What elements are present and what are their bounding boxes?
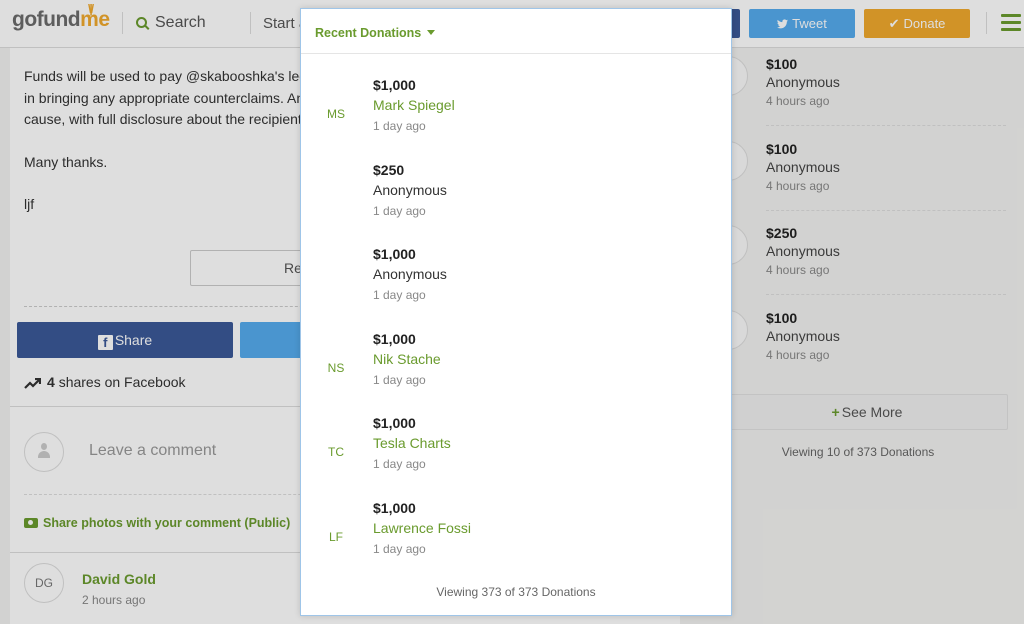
donation-amount: $250 — [373, 162, 405, 178]
donation-row: LF $1,000 Lawrence Fossi 1 day ago — [301, 500, 731, 580]
donation-time: 1 day ago — [373, 542, 426, 556]
donor-initials: TC — [328, 445, 344, 459]
recent-donations-dropdown[interactable]: Recent Donations — [315, 26, 436, 40]
donation-amount: $1,000 — [373, 246, 416, 262]
donation-time: 1 day ago — [373, 373, 426, 387]
modal-donations-count: Viewing 373 of 373 Donations — [436, 585, 596, 599]
donation-time: 1 day ago — [373, 204, 426, 218]
donation-time: 1 day ago — [373, 119, 426, 133]
donation-row: MS $1,000 Mark Spiegel 1 day ago — [301, 77, 731, 157]
donation-time: 1 day ago — [373, 457, 426, 471]
donation-amount: $1,000 — [373, 77, 416, 93]
donor-name: Anonymous — [373, 182, 447, 198]
donor-initials: MS — [327, 107, 345, 121]
recent-donations-modal: Recent Donations MS $1,000 Mark Spiegel … — [300, 8, 732, 616]
donation-amount: $1,000 — [373, 500, 416, 516]
donation-amount: $1,000 — [373, 331, 416, 347]
donor-initials: NS — [327, 361, 345, 375]
donation-row: TC $1,000 Tesla Charts 1 day ago — [301, 415, 731, 495]
donation-row: $250 Anonymous 1 day ago — [301, 162, 731, 242]
donation-time: 1 day ago — [373, 288, 426, 302]
donor-initials: LF — [328, 530, 343, 544]
donation-row: $1,000 Anonymous 1 day ago — [301, 246, 731, 326]
modal-header: Recent Donations — [301, 9, 731, 54]
donation-amount: $1,000 — [373, 415, 416, 431]
donor-name-link[interactable]: Nik Stache — [373, 351, 441, 367]
donor-name-link[interactable]: Lawrence Fossi — [373, 520, 471, 536]
donor-name-link[interactable]: Mark Spiegel — [373, 97, 455, 113]
donor-name-link[interactable]: Tesla Charts — [373, 435, 451, 451]
caret-down-icon — [427, 30, 436, 35]
donor-name: Anonymous — [373, 266, 447, 282]
donation-row: NS $1,000 Nik Stache 1 day ago — [301, 331, 731, 411]
